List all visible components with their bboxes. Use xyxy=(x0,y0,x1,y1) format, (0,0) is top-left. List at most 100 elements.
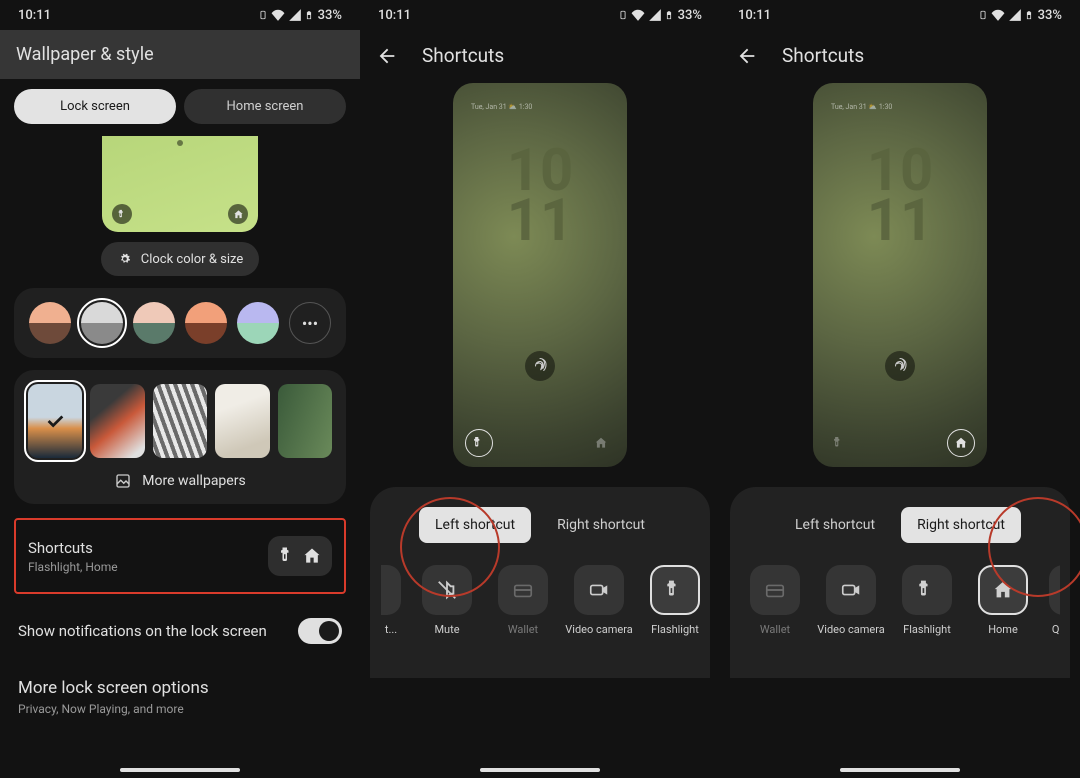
home-icon xyxy=(302,546,322,566)
option-wallet[interactable]: Wallet xyxy=(490,565,556,636)
option-video-camera[interactable]: Video camera xyxy=(818,565,884,636)
option-flashlight[interactable]: Flashlight xyxy=(894,565,960,636)
shortcuts-title: Shortcuts xyxy=(28,539,118,557)
tab-lock-screen[interactable]: Lock screen xyxy=(14,89,176,124)
more-options-title: More lock screen options xyxy=(18,678,342,698)
back-icon[interactable] xyxy=(736,45,758,67)
mute-icon xyxy=(436,579,458,601)
clock-chip-label: Clock color & size xyxy=(141,252,244,267)
wallpaper-thumb-3[interactable] xyxy=(153,384,207,458)
phone-2-shortcuts-left: 10:11 33% Shortcuts Tue, Jan 31 ⛅ 1:30 1… xyxy=(360,0,720,778)
notifications-toggle[interactable] xyxy=(298,618,342,644)
color-swatch-5[interactable] xyxy=(237,302,279,344)
page-title: Shortcuts xyxy=(422,44,504,67)
lockscreen-preview[interactable] xyxy=(0,134,360,240)
home-icon xyxy=(228,204,248,224)
preview-date: Tue, Jan 31 ⛅ 1:30 xyxy=(831,103,892,111)
statusbar: 10:11 33% xyxy=(360,0,720,30)
statusbar: 10:11 33% xyxy=(720,0,1080,30)
nav-handle[interactable] xyxy=(840,768,960,772)
wallpapers-card: More wallpapers xyxy=(14,370,346,504)
option-video-camera[interactable]: Video camera xyxy=(566,565,632,636)
right-shortcut-preview xyxy=(587,429,615,457)
back-icon[interactable] xyxy=(376,45,398,67)
notifications-row[interactable]: Show notifications on the lock screen xyxy=(18,618,342,644)
wallet-icon xyxy=(764,579,786,601)
status-right: 33% xyxy=(258,8,342,23)
shortcut-options[interactable]: Wallet Video camera Flashlight Home QR xyxy=(738,565,1060,636)
flashlight-icon xyxy=(112,204,132,224)
notifications-label: Show notifications on the lock screen xyxy=(18,622,267,640)
status-battery: 33% xyxy=(318,8,342,23)
more-wallpapers-label: More wallpapers xyxy=(142,473,245,489)
preview-clock: 10 11 xyxy=(813,147,987,247)
video-icon xyxy=(840,579,862,601)
more-lock-screen-options[interactable]: More lock screen options Privacy, Now Pl… xyxy=(18,678,342,716)
page-title: Wallpaper & style xyxy=(0,30,360,79)
preview-date: Tue, Jan 31 ⛅ 1:30 xyxy=(471,103,532,111)
tab-home-screen[interactable]: Home screen xyxy=(184,89,346,124)
more-wallpapers-button[interactable]: More wallpapers xyxy=(28,472,332,490)
status-battery: 33% xyxy=(1038,8,1062,23)
color-swatch-4[interactable] xyxy=(185,302,227,344)
status-time: 10:11 xyxy=(378,8,411,23)
option-partial[interactable]: QR xyxy=(1046,565,1060,636)
option-mute[interactable]: Mute xyxy=(414,565,480,636)
fingerprint-icon xyxy=(525,351,555,381)
color-swatches-card: ••• xyxy=(14,288,346,358)
clock-color-size-button[interactable]: Clock color & size xyxy=(101,242,260,276)
phone-1-wallpaper-style: 10:11 33% Wallpaper & style Lock screen … xyxy=(0,0,360,778)
wallpaper-thumb-4[interactable] xyxy=(215,384,269,458)
wallpaper-icon xyxy=(114,472,132,490)
nav-handle[interactable] xyxy=(120,768,240,772)
shortcuts-subtitle: Flashlight, Home xyxy=(28,560,118,574)
option-flashlight[interactable]: Flashlight xyxy=(642,565,700,636)
color-swatch-3[interactable] xyxy=(133,302,175,344)
flashlight-icon xyxy=(916,579,938,601)
status-time: 10:11 xyxy=(738,8,771,23)
option-wallet[interactable]: Wallet xyxy=(742,565,808,636)
nav-handle[interactable] xyxy=(480,768,600,772)
option-partial[interactable]: t... xyxy=(378,565,404,636)
color-swatch-2[interactable] xyxy=(81,302,123,344)
option-home[interactable]: Home xyxy=(970,565,1036,636)
video-icon xyxy=(588,579,610,601)
more-colors-button[interactable]: ••• xyxy=(289,302,331,344)
shortcut-sheet: Left shortcut Right shortcut t... Mute W… xyxy=(370,487,710,678)
fingerprint-icon xyxy=(885,351,915,381)
shortcut-tabs: Left shortcut Right shortcut xyxy=(380,507,700,543)
appbar: Shortcuts xyxy=(360,30,720,81)
gear-icon xyxy=(117,251,133,267)
shortcut-sheet: Left shortcut Right shortcut Wallet Vide… xyxy=(730,487,1070,678)
lock-home-tabs: Lock screen Home screen xyxy=(0,79,360,134)
page-title: Shortcuts xyxy=(782,44,864,67)
left-shortcut-preview xyxy=(825,429,853,457)
lockscreen-preview: Tue, Jan 31 ⛅ 1:30 10 11 xyxy=(813,83,987,467)
tab-left-shortcut[interactable]: Left shortcut xyxy=(779,507,891,543)
check-icon xyxy=(44,410,66,432)
wallet-icon xyxy=(512,579,534,601)
preview-clock: 10 11 xyxy=(453,147,627,247)
shortcut-tabs: Left shortcut Right shortcut xyxy=(740,507,1060,543)
tab-left-shortcut[interactable]: Left shortcut xyxy=(419,507,531,543)
more-options-subtitle: Privacy, Now Playing, and more xyxy=(18,702,342,716)
color-swatch-1[interactable] xyxy=(29,302,71,344)
phone-3-shortcuts-right: 10:11 33% Shortcuts Tue, Jan 31 ⛅ 1:30 1… xyxy=(720,0,1080,778)
shortcuts-icons xyxy=(268,536,332,576)
appbar: Shortcuts xyxy=(720,30,1080,81)
lockscreen-preview: Tue, Jan 31 ⛅ 1:30 10 11 xyxy=(453,83,627,467)
right-shortcut-preview xyxy=(947,429,975,457)
shortcuts-row[interactable]: Shortcuts Flashlight, Home xyxy=(14,518,346,594)
wallpaper-thumb-5[interactable] xyxy=(278,384,332,458)
status-right: 33% xyxy=(618,8,702,23)
statusbar: 10:11 33% xyxy=(0,0,360,30)
tab-right-shortcut[interactable]: Right shortcut xyxy=(901,507,1021,543)
flashlight-icon xyxy=(664,579,686,601)
home-icon xyxy=(992,579,1014,601)
status-time: 10:11 xyxy=(18,8,51,23)
tab-right-shortcut[interactable]: Right shortcut xyxy=(541,507,661,543)
left-shortcut-preview xyxy=(465,429,493,457)
wallpaper-thumb-2[interactable] xyxy=(90,384,144,458)
shortcut-options[interactable]: t... Mute Wallet Video camera Flashlight xyxy=(374,565,700,636)
wallpaper-thumb-1[interactable] xyxy=(28,384,82,458)
